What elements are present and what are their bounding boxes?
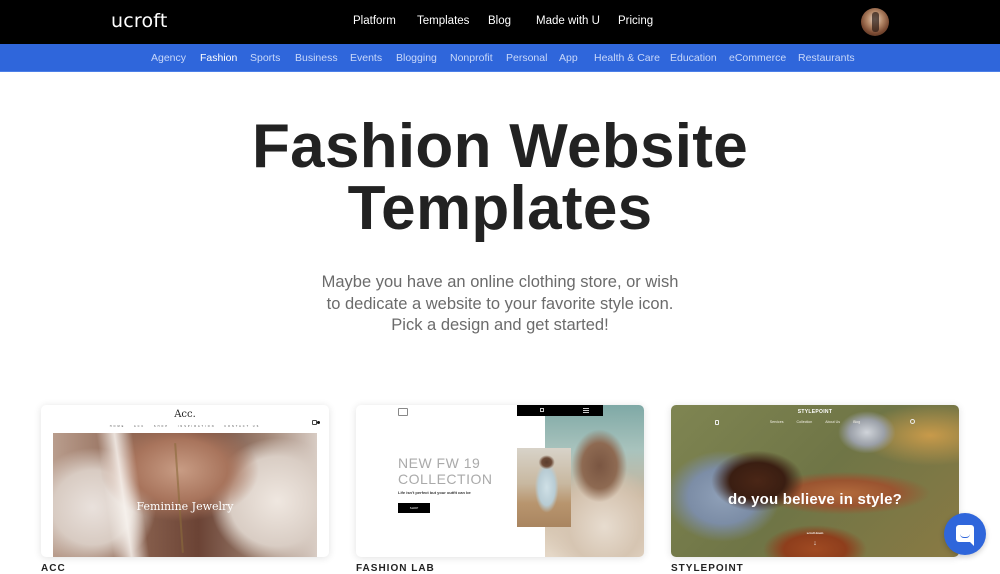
acc-preview-headline: Feminine Jewelry [136,500,234,513]
category-blogging[interactable]: Blogging [396,52,437,64]
template-card-acc[interactable]: Acc. HOME ACC SHOP INSPIRATION CONTACT U… [41,405,329,557]
headline-line-2: COLLECTION [398,471,493,487]
stylepoint-scroll-label: scroll down [806,531,824,535]
category-business[interactable]: Business [295,52,338,64]
stylepoint-nav-item: Blog [853,420,861,424]
template-card-fashion-lab[interactable]: NEW FW 19 COLLECTION Life isn't perfect … [356,405,644,557]
nav-platform[interactable]: Platform [353,15,396,27]
page-title-line-1: Fashion Website [252,112,748,181]
headline-line-1: NEW FW 19 [398,455,481,471]
acc-preview-image [53,433,317,557]
acc-preview-logo: Acc. [174,409,196,420]
shopping-bag-icon [540,408,544,412]
ucraft-logo[interactable]: ucroft [111,10,168,32]
acc-nav-item: SHOP [153,425,170,428]
category-health-care[interactable]: Health & Care [594,52,660,64]
chat-smile-icon [960,534,970,538]
category-education[interactable]: Education [670,52,717,64]
category-bar: Agency Fashion Sports Business Events Bl… [0,44,1000,72]
cart-count-dot-icon [317,421,320,424]
stylepoint-nav-item: Services [769,420,784,424]
nav-templates[interactable]: Templates [417,15,469,27]
category-sports[interactable]: Sports [250,52,280,64]
acc-nav-item: INSPIRATION [177,425,216,428]
page-subtitle: Maybe you have an online clothing store,… [0,272,1000,337]
fashion-lab-logo-icon [398,408,408,416]
page-title-line-2: Templates [347,174,653,243]
subtitle-line-3: Pick a design and get started! [391,316,609,334]
hamburger-menu-icon [583,408,589,413]
stylepoint-nav-item: About Us [825,420,841,424]
category-ecommerce[interactable]: eCommerce [729,52,786,64]
chat-icon [956,525,974,546]
category-app[interactable]: App [559,52,578,64]
fashion-lab-shop-button: SHOP [398,503,430,513]
nav-blog[interactable]: Blog [488,15,511,27]
fashion-lab-preview-headline: NEW FW 19 COLLECTION [398,455,492,487]
page-title: Fashion Website Templates [0,116,1000,240]
category-events[interactable]: Events [350,52,382,64]
stylepoint-preview-headline: do you believe in style? [727,491,902,508]
subtitle-line-1: Maybe you have an online clothing store,… [321,273,679,291]
category-personal[interactable]: Personal [506,52,547,64]
fashion-lab-preview-tagline: Life isn't perfect but your outfit can b… [398,490,471,495]
acc-nav-item: HOME [109,425,126,428]
category-nonprofit[interactable]: Nonprofit [450,52,493,64]
template-card-stylepoint[interactable]: STYLEPOINT Services Collection About Us … [671,405,959,557]
nav-made-with-u[interactable]: Made with U [536,15,600,27]
nav-pricing[interactable]: Pricing [618,15,653,27]
stylepoint-preview-nav: Services Collection About Us Blog [671,420,959,424]
user-avatar-icon[interactable] [861,8,889,36]
top-navbar: ucroft Platform Templates Blog Made with… [0,0,1000,44]
arrow-down-icon: ↓ [813,540,817,547]
category-fashion[interactable]: Fashion [200,52,237,64]
acc-nav-item: ACC [133,425,146,428]
acc-preview-nav: HOME ACC SHOP INSPIRATION CONTACT US [41,425,329,428]
fashion-lab-preview-header-bar [517,405,603,416]
chat-widget-button[interactable] [944,513,986,555]
subtitle-line-2: to dedicate a website to your favorite s… [326,294,674,313]
acc-nav-item: CONTACT US [224,425,261,428]
stylepoint-nav-item: Collection [796,420,813,424]
stylepoint-preview-logo: STYLEPOINT [797,409,833,415]
category-agency[interactable]: Agency [151,52,186,64]
fashion-lab-inset-image [517,448,571,527]
category-restaurants[interactable]: Restaurants [798,52,855,64]
